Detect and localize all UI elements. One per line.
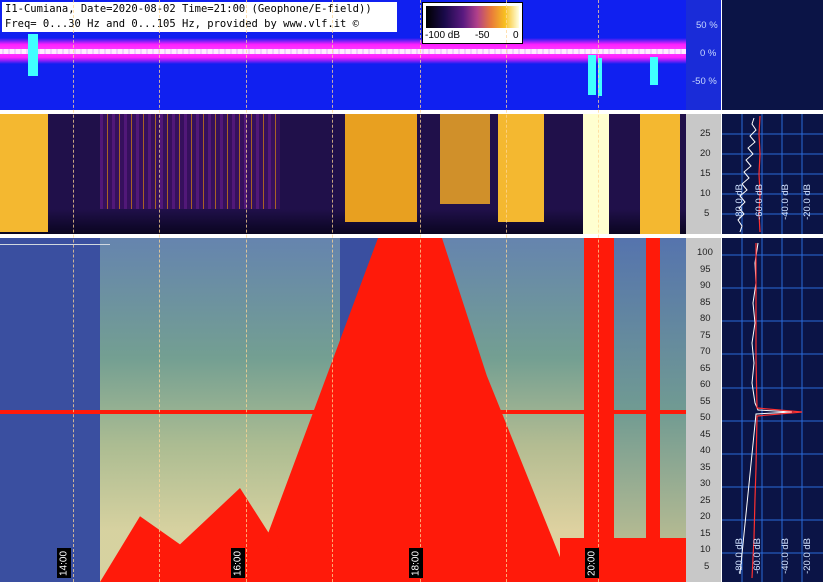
spec105-tick-90: 90 — [700, 280, 711, 291]
colorbar-max-label: 0 — [513, 30, 519, 41]
spec30-prof-label-1: -80.0 dB — [734, 184, 745, 220]
amp-tick-0: 0 % — [700, 48, 717, 59]
spec30-tick-15: 15 — [700, 168, 711, 179]
spec105-tick-60: 60 — [700, 379, 711, 390]
time-label-14: 14:00 — [57, 548, 71, 578]
spec30-tick-20: 20 — [700, 148, 711, 159]
spec105-prof-label-2: -60.0 dB — [752, 538, 763, 574]
spec30-tick-10: 10 — [700, 188, 711, 199]
spec105-tick-95: 95 — [700, 264, 711, 275]
amplitude-spike-1 — [28, 34, 38, 76]
amplitude-spike-4 — [650, 57, 658, 85]
grid-line-2 — [159, 0, 160, 582]
spec30-tick-25: 25 — [700, 128, 711, 139]
grid-line-7 — [598, 0, 599, 582]
title-line-1: I1-Cumiana, Date=2020-08-02 Time=21:00 (… — [5, 3, 372, 15]
spec30-gold-3 — [440, 114, 490, 204]
spec30-tick-5: 5 — [704, 208, 710, 219]
spec105-red-base-right — [560, 538, 686, 582]
spec105-tick-40: 40 — [700, 445, 711, 456]
spec30-gold-7 — [100, 114, 280, 209]
colorbar-min-label: -100 dB — [425, 30, 461, 41]
spec105-tick-75: 75 — [700, 330, 711, 341]
spectrogram-105hz — [0, 238, 686, 582]
spec105-tick-45: 45 — [700, 429, 711, 440]
colorbar-mid-label: -50 — [475, 30, 490, 41]
time-label-16: 16:00 — [231, 548, 245, 578]
spec105-tick-35: 35 — [700, 462, 711, 473]
title-line-2: Freq= 0...30 Hz and 0...105 Hz, provided… — [5, 18, 360, 30]
spec105-top-white-line — [0, 244, 110, 245]
spec105-tick-85: 85 — [700, 297, 711, 308]
grid-line-6 — [506, 0, 507, 582]
grid-line-5 — [420, 0, 421, 582]
amplitude-axis: 50 % 0 % -50 % — [686, 0, 721, 110]
spec30-gold-1 — [0, 114, 48, 232]
spec105-tick-20: 20 — [700, 511, 711, 522]
spec105-tick-100: 100 — [697, 247, 713, 258]
spec105-prof-label-1: -80.0 dB — [734, 538, 745, 574]
spec30-profile: -80.0 dB -60.0 dB -40.0 dB -20.0 dB — [722, 114, 823, 234]
spec30-prof-label-3: -40.0 dB — [780, 184, 791, 220]
spec105-tick-10: 10 — [700, 544, 711, 555]
spec30-gold-6 — [640, 114, 680, 234]
amp-tick-50: 50 % — [696, 20, 718, 31]
title-box: I1-Cumiana, Date=2020-08-02 Time=21:00 (… — [2, 2, 397, 32]
colorbar-legend: -100 dB -50 0 — [422, 2, 523, 44]
spec30-gold-4 — [498, 114, 544, 222]
spec105-prof-label-3: -40.0 dB — [780, 538, 791, 574]
spec105-tick-65: 65 — [700, 363, 711, 374]
amplitude-spike-2 — [588, 55, 596, 95]
spec30-prof-label-4: -20.0 dB — [802, 184, 813, 220]
spec105-profile-chart — [722, 238, 823, 582]
time-label-20: 20:00 — [585, 548, 599, 578]
spec105-tick-80: 80 — [700, 313, 711, 324]
grid-line-1 — [73, 0, 74, 582]
amp-tick-minus50: -50 % — [692, 76, 717, 87]
spec30-axis: 25 20 15 10 5 — [686, 114, 721, 234]
spec30-gold-5 — [583, 114, 609, 234]
spec105-tick-50: 50 — [700, 412, 711, 423]
spec30-prof-label-2: -60.0 dB — [754, 184, 765, 220]
grid-line-4 — [332, 0, 333, 582]
spec30-gold-2 — [345, 114, 417, 222]
spec105-profile: -80.0 dB -60.0 dB -40.0 dB -20.0 dB — [722, 238, 823, 582]
amplitude-profile-area — [722, 0, 823, 110]
amplitude-trace — [0, 49, 686, 54]
spec105-prof-label-4: -20.0 dB — [802, 538, 813, 574]
spec105-axis: 100 95 90 85 80 75 70 65 60 55 50 45 40 … — [686, 238, 721, 582]
spec105-tick-70: 70 — [700, 346, 711, 357]
spec105-tick-55: 55 — [700, 396, 711, 407]
spectrogram-30hz — [0, 114, 686, 234]
spec105-50hz-line — [0, 410, 686, 414]
grid-line-3 — [246, 0, 247, 582]
spec105-tick-25: 25 — [700, 495, 711, 506]
spec105-tick-5: 5 — [704, 561, 710, 572]
spec105-tick-15: 15 — [700, 528, 711, 539]
spec105-tick-30: 30 — [700, 478, 711, 489]
time-label-18: 18:00 — [409, 548, 423, 578]
